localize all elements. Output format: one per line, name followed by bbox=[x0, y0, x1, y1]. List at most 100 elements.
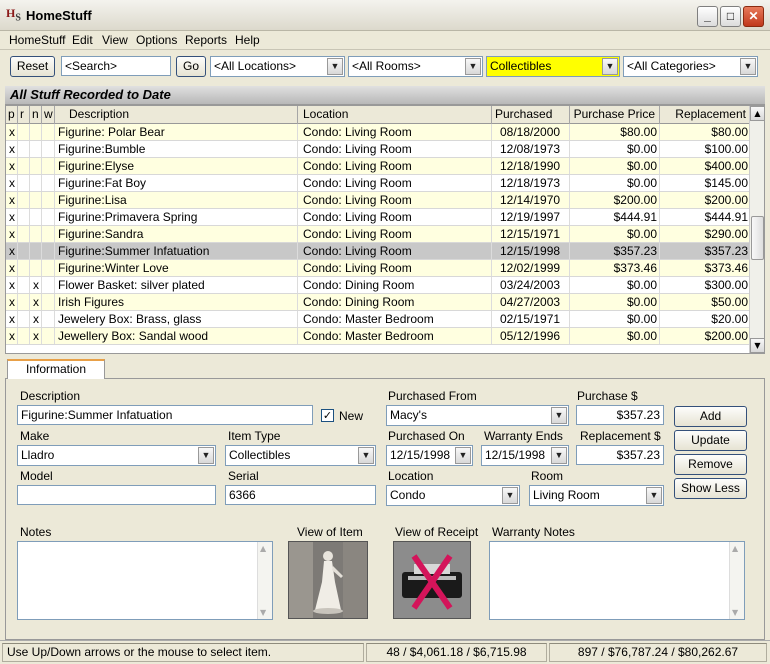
column-header-purchase-price[interactable]: Purchase Price bbox=[570, 106, 660, 124]
chevron-down-icon[interactable]: ▼ bbox=[646, 487, 662, 504]
cell-desc: Figurine:Lisa bbox=[55, 192, 298, 208]
menu-options[interactable]: Options bbox=[136, 33, 177, 47]
menu-homestuff[interactable]: HomeStuff bbox=[9, 33, 65, 47]
purchased-from-select[interactable]: Macy's ▼ bbox=[386, 405, 569, 426]
chevron-down-icon[interactable]: ▼ bbox=[551, 407, 567, 424]
warranty-notes-textarea[interactable]: ▲ ▼ bbox=[489, 541, 745, 620]
notes-scrollbar[interactable]: ▲ ▼ bbox=[257, 542, 272, 619]
scroll-up-icon[interactable]: ▲ bbox=[732, 544, 738, 553]
purchase-amount-label: Purchase $ bbox=[577, 389, 638, 403]
cell-price: $0.00 bbox=[570, 226, 660, 242]
table-row[interactable]: x x Jewellery Box: Sandal wood Condo: Maste… bbox=[6, 328, 751, 345]
model-label: Model bbox=[20, 469, 53, 483]
table-row[interactable]: x Figurine:Bumble Condo: Living Room 12/08/… bbox=[6, 141, 751, 158]
replacement-field[interactable]: $357.23 bbox=[576, 445, 664, 465]
column-header-description[interactable]: Description bbox=[55, 106, 298, 124]
receipt-placeholder[interactable] bbox=[393, 541, 471, 619]
table-row[interactable]: x Figurine:Elyse Condo: Living Room 12/18/1… bbox=[6, 158, 751, 175]
cell-p: x bbox=[6, 209, 18, 225]
chevron-down-icon[interactable]: ▼ bbox=[602, 58, 618, 75]
cell-w bbox=[42, 311, 55, 327]
warranty-ends-picker[interactable]: 12/15/1998 ▼ bbox=[481, 445, 569, 466]
cell-n: x bbox=[30, 311, 42, 327]
remove-button[interactable]: Remove bbox=[674, 454, 747, 475]
chevron-down-icon[interactable]: ▼ bbox=[502, 487, 518, 504]
menu-view[interactable]: View bbox=[102, 33, 128, 47]
scroll-thumb[interactable] bbox=[751, 216, 764, 260]
warranty-notes-scrollbar[interactable]: ▲ ▼ bbox=[729, 542, 744, 619]
reset-button[interactable]: Reset bbox=[10, 56, 55, 77]
table-row[interactable]: x Figurine:Primavera Spring Condo: Living … bbox=[6, 209, 751, 226]
room-select[interactable]: Living Room ▼ bbox=[529, 485, 664, 506]
cell-n bbox=[30, 226, 42, 242]
table-row[interactable]: x Figurine:Winter Love Condo: Living Room 1… bbox=[6, 260, 751, 277]
tab-information[interactable]: Information bbox=[7, 359, 105, 379]
table-row[interactable]: x x Irish Figures Condo: Dining Room 04/27/2… bbox=[6, 294, 751, 311]
cell-desc: Jewelery Box: Brass, glass bbox=[55, 311, 298, 327]
search-input[interactable]: <Search> bbox=[61, 56, 171, 76]
table-row[interactable]: x x Flower Basket: silver plated Condo: Din… bbox=[6, 277, 751, 294]
table-row[interactable]: x x Jewelery Box: Brass, glass Condo: Maste… bbox=[6, 311, 751, 328]
chevron-down-icon[interactable]: ▼ bbox=[551, 447, 567, 464]
purchased-from-value: Macy's bbox=[390, 408, 427, 422]
categories-select[interactable]: <All Categories> ▼ bbox=[623, 56, 758, 77]
notes-textarea[interactable]: ▲ ▼ bbox=[17, 541, 273, 620]
model-field[interactable] bbox=[17, 485, 216, 505]
menu-reports[interactable]: Reports bbox=[185, 33, 227, 47]
minimize-button[interactable]: _ bbox=[697, 6, 718, 27]
cell-date: 12/19/1997 bbox=[492, 209, 570, 225]
table-header: p r n w Description Location Purchased P… bbox=[6, 106, 751, 124]
make-select[interactable]: Lladro ▼ bbox=[17, 445, 216, 466]
description-field[interactable]: Figurine:Summer Infatuation bbox=[17, 405, 313, 425]
table-scrollbar[interactable]: ▲ ▼ bbox=[749, 106, 764, 353]
column-header-purchased[interactable]: Purchased bbox=[492, 106, 570, 124]
chevron-down-icon[interactable]: ▼ bbox=[327, 58, 343, 75]
scroll-down-icon[interactable]: ▼ bbox=[750, 338, 764, 353]
scroll-down-icon[interactable]: ▼ bbox=[260, 608, 266, 617]
column-header-r[interactable]: r bbox=[18, 106, 30, 124]
column-header-location[interactable]: Location bbox=[298, 106, 492, 124]
replacement-label: Replacement $ bbox=[580, 429, 661, 443]
items-table[interactable]: p r n w Description Location Purchased P… bbox=[5, 105, 765, 354]
chevron-down-icon[interactable]: ▼ bbox=[740, 58, 756, 75]
item-type-select[interactable]: Collectibles ▼ bbox=[225, 445, 376, 466]
chevron-down-icon[interactable]: ▼ bbox=[198, 447, 214, 464]
new-checkbox[interactable]: ✓ bbox=[321, 409, 334, 422]
menu-edit[interactable]: Edit bbox=[72, 33, 93, 47]
item-photo[interactable] bbox=[288, 541, 368, 619]
scroll-down-icon[interactable]: ▼ bbox=[732, 608, 738, 617]
table-row[interactable]: x Figurine:Lisa Condo: Living Room 12/14/19… bbox=[6, 192, 751, 209]
table-row[interactable]: x Figurine:Sandra Condo: Living Room 12/15/… bbox=[6, 226, 751, 243]
chevron-down-icon[interactable]: ▼ bbox=[465, 58, 481, 75]
cell-n bbox=[30, 243, 42, 259]
table-row[interactable]: x Figurine: Polar Bear Condo: Living Room 0… bbox=[6, 124, 751, 141]
menu-help[interactable]: Help bbox=[235, 33, 260, 47]
column-header-p[interactable]: p bbox=[6, 106, 18, 124]
scroll-up-icon[interactable]: ▲ bbox=[750, 106, 764, 121]
table-row[interactable]: x Figurine:Summer Infatuation Condo: Livin… bbox=[6, 243, 751, 260]
update-button[interactable]: Update bbox=[674, 430, 747, 451]
go-button[interactable]: Go bbox=[176, 56, 206, 77]
rooms-select[interactable]: <All Rooms> ▼ bbox=[348, 56, 483, 77]
cell-w bbox=[42, 141, 55, 157]
cell-p: x bbox=[6, 277, 18, 293]
locations-select[interactable]: <All Locations> ▼ bbox=[210, 56, 345, 77]
maximize-button[interactable]: □ bbox=[720, 6, 741, 27]
scroll-up-icon[interactable]: ▲ bbox=[260, 544, 266, 553]
purchased-on-picker[interactable]: 12/15/1998 ▼ bbox=[386, 445, 473, 466]
cell-w bbox=[42, 192, 55, 208]
serial-field[interactable]: 6366 bbox=[225, 485, 376, 505]
purchase-amount-field[interactable]: $357.23 bbox=[576, 405, 664, 425]
chevron-down-icon[interactable]: ▼ bbox=[455, 447, 471, 464]
table-row[interactable]: x Figurine:Fat Boy Condo: Living Room 12/18… bbox=[6, 175, 751, 192]
collection-select[interactable]: Collectibles ▼ bbox=[486, 56, 620, 77]
column-header-w[interactable]: w bbox=[42, 106, 55, 124]
location-select[interactable]: Condo ▼ bbox=[386, 485, 520, 506]
close-button[interactable]: ✕ bbox=[743, 6, 764, 27]
show-less-button[interactable]: Show Less bbox=[674, 478, 747, 499]
column-header-replacement[interactable]: Replacement bbox=[660, 106, 751, 124]
cell-w bbox=[42, 226, 55, 242]
add-button[interactable]: Add bbox=[674, 406, 747, 427]
chevron-down-icon[interactable]: ▼ bbox=[358, 447, 374, 464]
column-header-n[interactable]: n bbox=[30, 106, 42, 124]
